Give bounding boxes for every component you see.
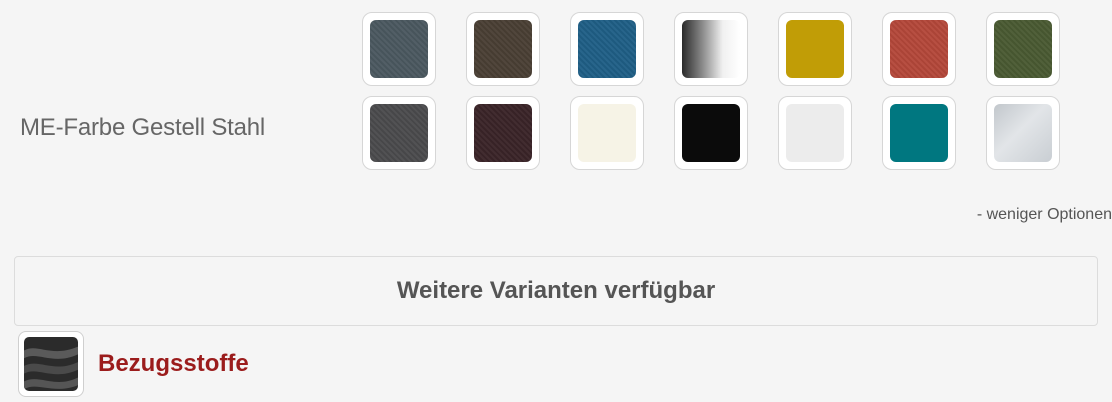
- fabric-label: Bezugsstoffe: [98, 350, 249, 377]
- color-swatch[interactable]: [986, 12, 1060, 86]
- fabric-option[interactable]: Bezugsstoffe: [18, 330, 249, 398]
- color-swatch[interactable]: [570, 96, 644, 170]
- swatch-color-chip: [578, 104, 636, 162]
- swatch-color-chip: [474, 104, 532, 162]
- swatch-grid: [362, 12, 1060, 170]
- swatch-color-chip: [682, 104, 740, 162]
- swatch-color-chip: [370, 20, 428, 78]
- fabric-texture-icon: [18, 331, 84, 397]
- swatch-color-chip: [994, 104, 1052, 162]
- swatch-color-chip: [994, 20, 1052, 78]
- color-swatch[interactable]: [674, 96, 748, 170]
- swatch-color-chip: [682, 20, 740, 78]
- option-row-frame-color: ME-Farbe Gestell Stahl - weniger Optione…: [0, 0, 1112, 240]
- color-swatch[interactable]: [466, 12, 540, 86]
- color-swatch[interactable]: [362, 96, 436, 170]
- color-swatch[interactable]: [778, 12, 852, 86]
- more-variants-button[interactable]: Weitere Varianten verfügbar: [14, 256, 1098, 326]
- swatch-color-chip: [370, 104, 428, 162]
- swatch-color-chip: [786, 20, 844, 78]
- color-swatch[interactable]: [362, 12, 436, 86]
- color-swatch[interactable]: [674, 12, 748, 86]
- color-swatch[interactable]: [882, 12, 956, 86]
- color-swatch[interactable]: [466, 96, 540, 170]
- color-swatch[interactable]: [778, 96, 852, 170]
- swatch-color-chip: [786, 104, 844, 162]
- swatch-color-chip: [578, 20, 636, 78]
- less-options-link[interactable]: - weniger Optionen: [977, 206, 1112, 224]
- color-swatch[interactable]: [882, 96, 956, 170]
- swatch-color-chip: [890, 104, 948, 162]
- color-swatch[interactable]: [986, 96, 1060, 170]
- color-swatch[interactable]: [570, 12, 644, 86]
- swatch-color-chip: [474, 20, 532, 78]
- option-label: ME-Farbe Gestell Stahl: [20, 114, 266, 141]
- swatch-color-chip: [890, 20, 948, 78]
